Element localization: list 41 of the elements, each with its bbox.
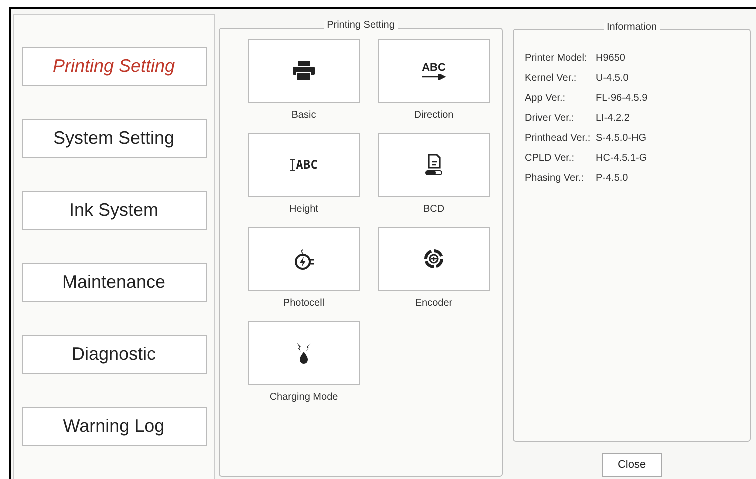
info-label: CPLD Ver.: (525, 154, 576, 164)
info-label: Printhead Ver.: (525, 134, 592, 144)
setting-tile[interactable]: ABC (248, 133, 360, 197)
info-value: FL-96-4.5.9 (596, 94, 648, 104)
lightning-plug-icon (294, 248, 314, 270)
menu-button[interactable]: Diagnostic (22, 335, 206, 374)
tile-label: Encoder (415, 299, 453, 309)
info-value: H9650 (596, 54, 626, 64)
tile-label: Height (290, 205, 318, 215)
setting-tile[interactable] (378, 133, 490, 197)
close-button[interactable]: Close (602, 453, 662, 477)
target-icon (424, 249, 444, 269)
setting-tile[interactable] (248, 227, 360, 291)
document-progress-icon (423, 154, 445, 176)
info-label: App Ver.: (525, 94, 567, 104)
menu-button[interactable]: Printing Setting (22, 47, 206, 86)
info-value: S-4.5.0-HG (596, 134, 647, 144)
info-value: U-4.5.0 (596, 74, 629, 84)
setting-tile[interactable] (248, 321, 360, 385)
setting-tile[interactable]: ABC (378, 39, 490, 103)
setting-tile[interactable] (248, 39, 360, 103)
menu-button[interactable]: Maintenance (22, 263, 206, 302)
tile-label: BCD (423, 205, 445, 215)
printer-icon (293, 61, 315, 81)
panel-title: Information (604, 23, 660, 33)
info-value: P-4.5.0 (596, 174, 628, 184)
menu-button[interactable]: System Setting (22, 119, 206, 158)
info-label: Driver Ver.: (525, 114, 576, 124)
panel-title: Printing Setting (324, 21, 398, 31)
setting-tile[interactable] (378, 227, 490, 291)
tile-label: Basic (292, 111, 316, 121)
tile-label: Direction (414, 111, 454, 121)
tile-label: Photocell (283, 299, 325, 309)
menu-button[interactable]: Warning Log (22, 407, 206, 446)
info-value: LI-4.2.2 (596, 114, 630, 124)
menu-button[interactable]: Ink System (22, 191, 206, 230)
info-label: Printer Model: (525, 54, 588, 64)
info-value: HC-4.5.1-G (596, 154, 648, 164)
tile-label: Charging Mode (270, 393, 338, 403)
info-label: Phasing Ver.: (525, 174, 585, 184)
info-label: Kernel Ver.: (525, 74, 578, 84)
